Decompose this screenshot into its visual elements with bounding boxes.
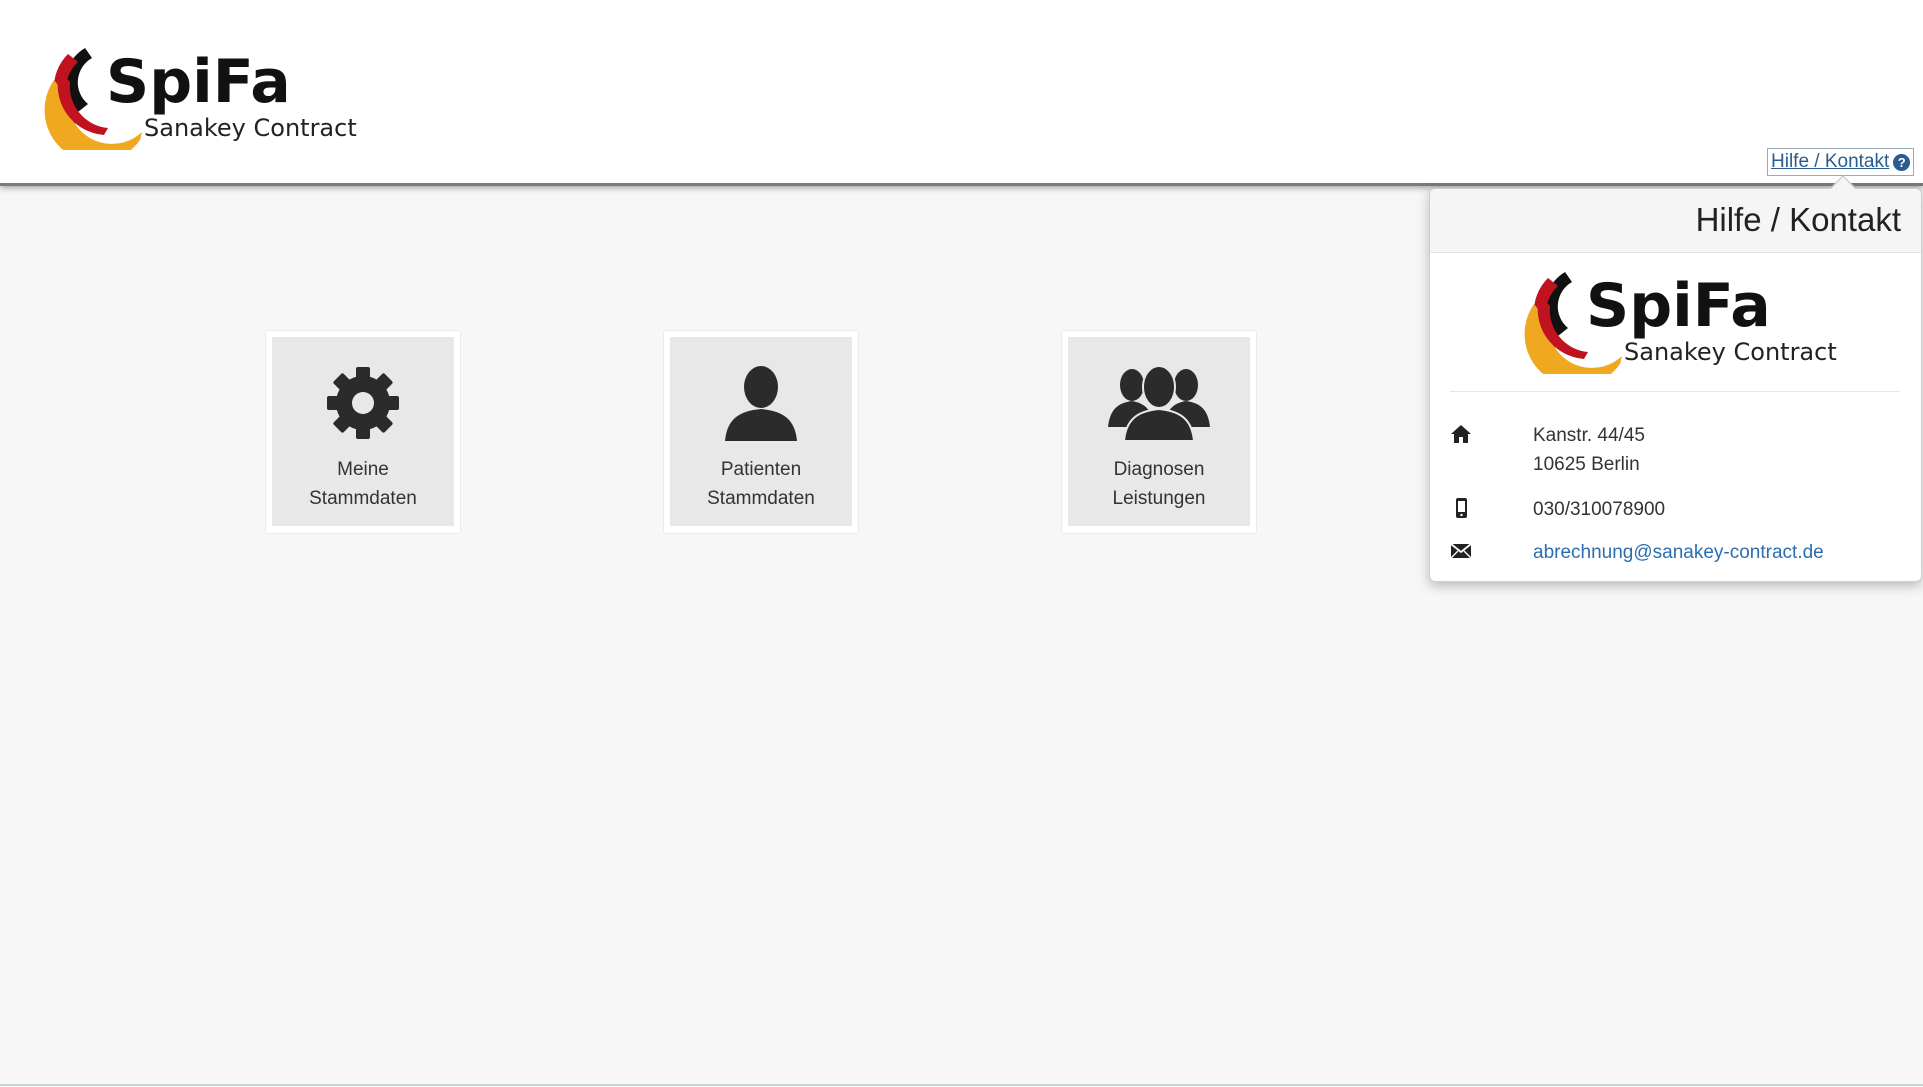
popover-arrow-inner bbox=[1830, 177, 1856, 190]
popover-divider bbox=[1450, 391, 1900, 392]
tile-patienten-stammdaten-frame: Patienten Stammdaten bbox=[663, 330, 859, 534]
brand-subtitle: Sanakey Contract bbox=[144, 114, 357, 142]
brand-logo[interactable]: SpiFa Sanakey Contract bbox=[40, 40, 360, 150]
brand-name: SpiFa bbox=[106, 47, 291, 117]
contact-email: abrechnung@sanakey-contract.de bbox=[1533, 538, 1824, 567]
user-icon bbox=[670, 363, 852, 443]
popover-title: Hilfe / Kontakt bbox=[1695, 201, 1901, 238]
contact-phone: 030/310078900 bbox=[1533, 499, 1666, 520]
address-city: 10625 Berlin bbox=[1533, 454, 1640, 475]
tile-patienten-stammdaten[interactable]: Patienten Stammdaten bbox=[670, 337, 852, 526]
home-icon bbox=[1450, 423, 1472, 445]
tile-meine-stammdaten-label: Meine Stammdaten bbox=[309, 459, 417, 509]
help-contact-link[interactable]: Hilfe / Kontakt ? bbox=[1767, 148, 1915, 176]
tile-patienten-stammdaten-label: Patienten Stammdaten bbox=[707, 459, 815, 509]
email-link[interactable]: abrechnung@sanakey-contract.de bbox=[1533, 542, 1824, 563]
tile-diagnosen-leistungen-label: Diagnosen Leistungen bbox=[1112, 459, 1206, 509]
tile-meine-stammdaten[interactable]: Meine Stammdaten bbox=[272, 337, 454, 526]
help-contact-popover: Hilfe / Kontakt SpiFa Sanakey Contract K… bbox=[1429, 188, 1922, 582]
help-contact-link-label: Hilfe / Kontakt bbox=[1771, 151, 1890, 172]
question-circle-icon: ? bbox=[1893, 153, 1911, 171]
envelope-icon bbox=[1450, 540, 1472, 562]
address-street: Kanstr. 44/45 bbox=[1533, 425, 1645, 446]
tile-diagnosen-leistungen[interactable]: Diagnosen Leistungen bbox=[1068, 337, 1250, 526]
popover-brand-name: SpiFa bbox=[1586, 271, 1771, 341]
contact-address: Kanstr. 44/45 10625 Berlin bbox=[1533, 421, 1645, 479]
users-group-icon bbox=[1068, 363, 1250, 443]
popover-header: Hilfe / Kontakt bbox=[1430, 189, 1921, 253]
popover-brand-logo: SpiFa Sanakey Contract bbox=[1520, 264, 1840, 374]
tile-meine-stammdaten-frame: Meine Stammdaten bbox=[265, 330, 461, 534]
popover-brand-subtitle: Sanakey Contract bbox=[1624, 338, 1837, 366]
gear-icon bbox=[272, 363, 454, 443]
tile-diagnosen-leistungen-frame: Diagnosen Leistungen bbox=[1061, 330, 1257, 534]
mobile-phone-icon bbox=[1450, 497, 1472, 519]
page-bottom-border bbox=[0, 1084, 1923, 1086]
brand-logo-graphic: SpiFa Sanakey Contract bbox=[44, 47, 357, 150]
page-header: SpiFa Sanakey Contract Hilfe / Kontakt ? bbox=[0, 0, 1923, 186]
